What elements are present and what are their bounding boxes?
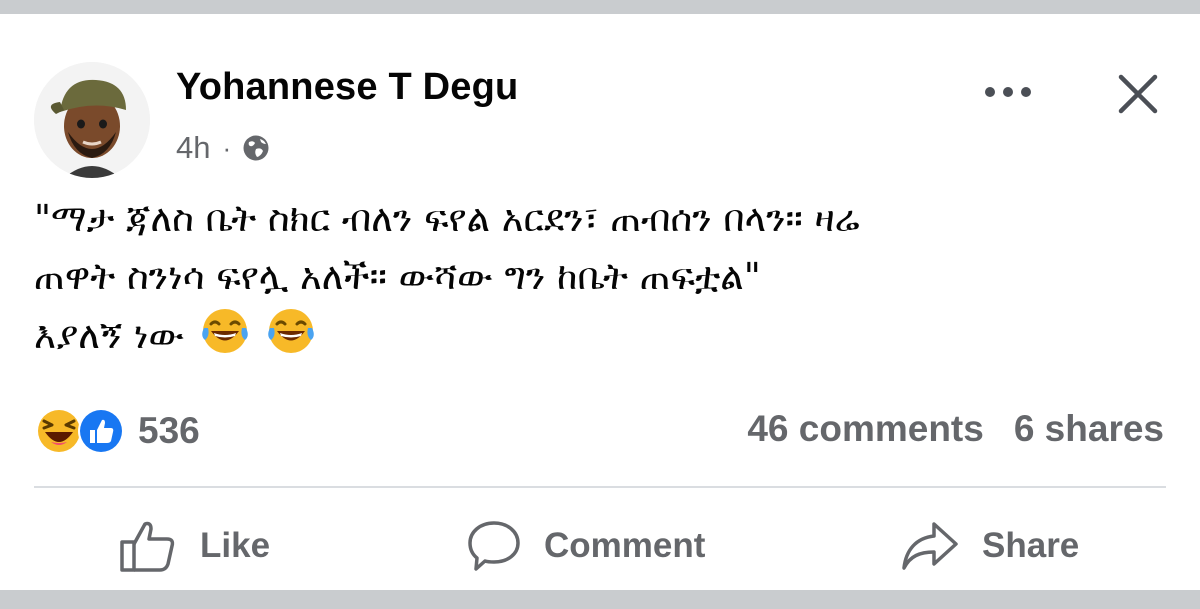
engagement-counts: 46 comments 6 shares xyxy=(717,408,1164,450)
comment-count[interactable]: 46 comments xyxy=(747,408,984,450)
laughing-crying-emoji xyxy=(201,309,248,353)
post-time[interactable]: 4h xyxy=(176,130,210,166)
divider xyxy=(34,486,1166,488)
globe-icon xyxy=(243,135,269,161)
meta-separator: · xyxy=(222,132,232,163)
avatar[interactable] xyxy=(34,62,150,178)
share-icon xyxy=(902,522,958,570)
thumbs-up-icon xyxy=(120,521,175,572)
reactions-summary[interactable]: 536 xyxy=(34,406,200,456)
post-text-line: እያለኝ ነው xyxy=(34,306,1174,365)
post-meta: 4h · xyxy=(176,130,271,166)
share-label: Share xyxy=(982,526,1080,565)
laughing-crying-emoji xyxy=(267,309,314,353)
post-text-line: ጠዋት ስንነሳ ፍየሏ አለች። ውሻው ግን ከቤት ጠፍቷል" xyxy=(34,255,761,298)
share-button[interactable]: Share xyxy=(900,508,1079,584)
like-reaction-icon xyxy=(78,408,124,454)
close-icon xyxy=(1118,74,1158,114)
post-card: Yohannese T Degu 4h · "ማታ ጃለስ ቤት ስክር ብለን… xyxy=(0,14,1200,590)
share-count[interactable]: 6 shares xyxy=(1014,408,1164,450)
post-text-line-content: እያለኝ ነው xyxy=(34,314,184,357)
like-button[interactable]: Like xyxy=(118,508,270,584)
comment-button[interactable]: Comment xyxy=(466,508,705,584)
like-label: Like xyxy=(200,526,271,565)
action-bar: Like Comment Share xyxy=(0,508,1200,588)
post-text-line: "ማታ ጃለስ ቤት ስክር ብለን ፍየል አርደን፣ ጠብሰን በላን። ዛ… xyxy=(34,197,860,240)
close-button[interactable] xyxy=(1110,66,1166,122)
more-options-button[interactable] xyxy=(978,72,1038,112)
post-text: "ማታ ጃለስ ቤት ስክር ብለን ፍየል አርደን፣ ጠብሰን በላን። ዛ… xyxy=(34,190,1174,365)
author-name[interactable]: Yohannese T Degu xyxy=(176,66,518,109)
reaction-count[interactable]: 536 xyxy=(138,410,200,452)
comment-icon xyxy=(468,521,520,571)
comment-label: Comment xyxy=(544,526,706,565)
more-icon xyxy=(985,87,1031,97)
